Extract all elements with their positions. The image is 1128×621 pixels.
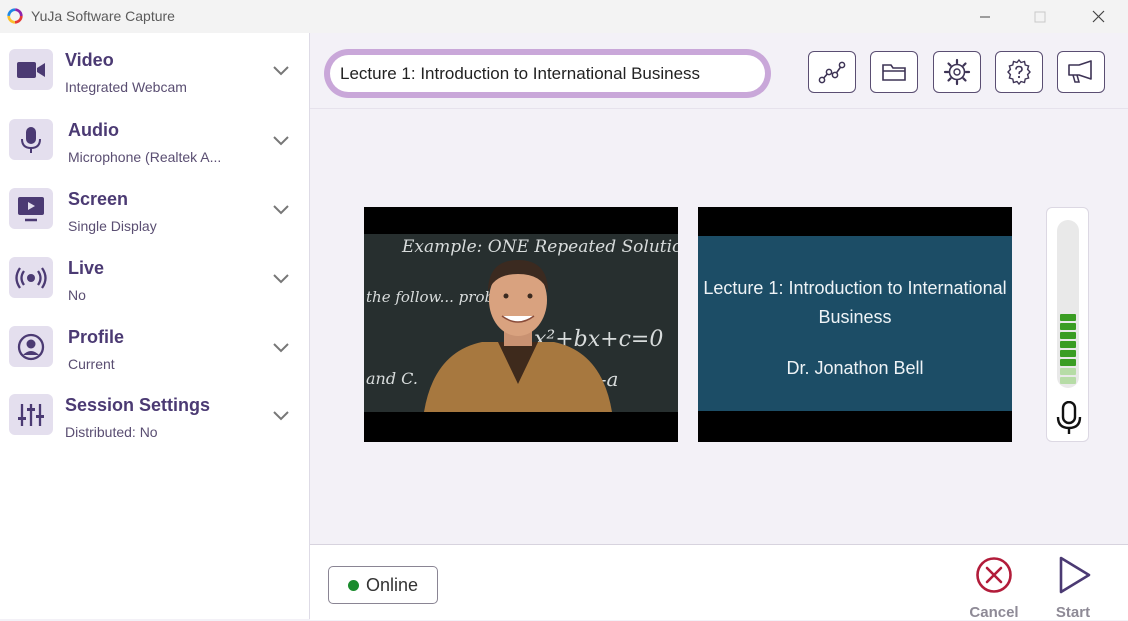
maximize-icon bbox=[1034, 11, 1046, 22]
analytics-icon bbox=[818, 61, 846, 84]
level-segment bbox=[1060, 242, 1076, 249]
webcam-preview[interactable]: Example: ONE Repeated Solution the follo… bbox=[364, 207, 678, 442]
chevron-down-icon[interactable] bbox=[270, 336, 292, 358]
chevron-down-icon[interactable] bbox=[270, 267, 292, 289]
cancel-button[interactable]: Cancel bbox=[964, 555, 1024, 621]
yuja-logo-icon bbox=[7, 8, 23, 24]
close-icon bbox=[1092, 10, 1104, 23]
start-button[interactable]: Start bbox=[1043, 555, 1103, 621]
screen-preview[interactable]: Lecture 1: Introduction to International… bbox=[698, 207, 1012, 442]
presentation-slide: Lecture 1: Introduction to International… bbox=[698, 236, 1012, 411]
session-title-input[interactable] bbox=[330, 55, 765, 92]
video-camera-icon bbox=[9, 49, 53, 90]
chalkboard-line: Example: ONE Repeated Solution bbox=[401, 237, 678, 257]
slide-title: Lecture 1: Introduction to International… bbox=[703, 278, 1007, 327]
sidebar-item-title: Screen bbox=[68, 189, 129, 209]
level-segment bbox=[1060, 269, 1076, 276]
level-segment bbox=[1060, 296, 1076, 303]
media-folder-button[interactable] bbox=[870, 51, 918, 93]
minimize-button[interactable] bbox=[955, 0, 1015, 33]
sliders-icon bbox=[9, 394, 53, 435]
sidebar-item-title: Live bbox=[68, 258, 105, 278]
level-segment bbox=[1060, 314, 1076, 321]
start-label: Start bbox=[1055, 604, 1091, 621]
audio-level-meter bbox=[1046, 207, 1089, 442]
sidebar-item-subtitle: No bbox=[68, 287, 86, 303]
chevron-down-icon[interactable] bbox=[270, 404, 292, 426]
level-segment bbox=[1060, 368, 1076, 375]
online-status-button[interactable]: Online bbox=[328, 566, 438, 604]
level-segment bbox=[1060, 341, 1076, 348]
announcement-button[interactable] bbox=[1057, 51, 1105, 93]
sidebar-item-profile[interactable]: Profile Current bbox=[0, 317, 309, 379]
level-segment bbox=[1060, 251, 1076, 258]
analytics-button[interactable] bbox=[808, 51, 856, 93]
sidebar-item-live[interactable]: Live No bbox=[0, 248, 309, 310]
folder-icon bbox=[882, 64, 906, 81]
sidebar-item-subtitle: Integrated Webcam bbox=[65, 79, 187, 95]
sidebar-item-audio[interactable]: Audio Microphone (Realtek A... bbox=[0, 110, 309, 172]
sidebar-item-subtitle: Single Display bbox=[68, 218, 157, 234]
maximize-button[interactable] bbox=[1010, 0, 1070, 33]
help-button[interactable] bbox=[995, 51, 1043, 93]
microphone-icon[interactable] bbox=[1055, 401, 1083, 435]
level-segment bbox=[1060, 350, 1076, 357]
sidebar-item-title: Audio bbox=[68, 120, 119, 140]
chevron-down-icon[interactable] bbox=[270, 129, 292, 151]
settings-sidebar: Video Integrated Webcam Audio Microphone… bbox=[0, 33, 310, 619]
sidebar-item-subtitle: Distributed: No bbox=[65, 424, 158, 440]
help-icon bbox=[1007, 58, 1031, 86]
level-segment bbox=[1060, 224, 1076, 231]
online-status-dot bbox=[347, 579, 359, 591]
sidebar-item-session-settings[interactable]: Session Settings Distributed: No bbox=[0, 385, 309, 447]
level-segment bbox=[1060, 359, 1076, 366]
cancel-x-icon bbox=[976, 557, 1012, 593]
announcement-icon bbox=[1068, 60, 1092, 83]
chalkboard-line: and C. bbox=[366, 369, 418, 388]
sidebar-item-subtitle: Microphone (Realtek A... bbox=[68, 149, 222, 165]
window-title: YuJa Software Capture bbox=[31, 8, 175, 24]
chevron-down-icon[interactable] bbox=[270, 198, 292, 220]
sidebar-item-screen[interactable]: Screen Single Display bbox=[0, 179, 309, 241]
sidebar-item-title: Video bbox=[65, 50, 114, 70]
level-track bbox=[1057, 220, 1079, 388]
level-segment bbox=[1060, 377, 1076, 384]
live-broadcast-icon bbox=[9, 257, 53, 298]
level-segment bbox=[1060, 233, 1076, 240]
slide-author: Dr. Jonathon Bell bbox=[786, 358, 924, 378]
online-status-label: Online bbox=[365, 574, 419, 595]
level-segment bbox=[1060, 305, 1076, 312]
bottom-bar: Online Cancel Start bbox=[310, 544, 1128, 621]
session-title-field-wrap bbox=[324, 49, 771, 98]
cancel-label: Cancel bbox=[969, 604, 1019, 621]
user-profile-icon bbox=[9, 326, 53, 367]
level-segment bbox=[1060, 323, 1076, 330]
minimize-icon bbox=[980, 16, 990, 17]
sidebar-item-video[interactable]: Video Integrated Webcam bbox=[0, 41, 309, 103]
play-start-icon bbox=[1059, 556, 1091, 594]
sidebar-item-title: Session Settings bbox=[65, 395, 211, 415]
webcam-feed-image: Example: ONE Repeated Solution the follo… bbox=[364, 234, 678, 412]
sidebar-item-title: Profile bbox=[68, 327, 125, 347]
settings-button[interactable] bbox=[933, 51, 981, 93]
microphone-icon bbox=[9, 119, 53, 160]
level-segment bbox=[1060, 332, 1076, 339]
close-button[interactable] bbox=[1068, 0, 1128, 33]
level-segment bbox=[1060, 260, 1076, 267]
level-segment bbox=[1060, 287, 1076, 294]
chevron-down-icon[interactable] bbox=[270, 59, 292, 81]
screen-display-icon bbox=[9, 188, 53, 229]
header-divider bbox=[310, 108, 1128, 109]
settings-gear-icon bbox=[943, 58, 971, 86]
level-segment bbox=[1060, 278, 1076, 285]
window-titlebar: YuJa Software Capture bbox=[0, 0, 1128, 33]
sidebar-item-subtitle: Current bbox=[68, 356, 115, 372]
